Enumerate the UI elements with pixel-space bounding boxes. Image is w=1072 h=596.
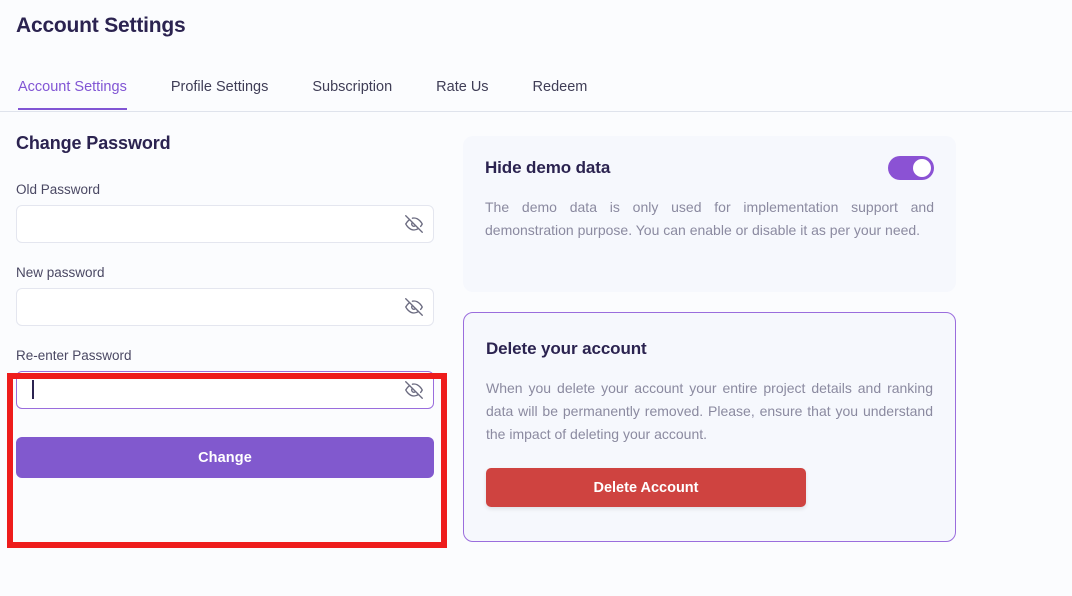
hide-demo-data-card: Hide demo data The demo data is only use… <box>463 136 956 292</box>
new-password-label: New password <box>16 265 105 280</box>
old-password-input[interactable] <box>16 205 434 243</box>
tab-bar: Account Settings Profile Settings Subscr… <box>0 78 1072 112</box>
old-password-label: Old Password <box>16 182 101 197</box>
hide-demo-data-description: The demo data is only used for implement… <box>485 199 934 238</box>
hide-demo-data-toggle[interactable] <box>888 156 934 180</box>
page-title: Account Settings <box>16 14 186 37</box>
delete-account-card: Delete your account When you delete your… <box>463 312 956 542</box>
tab-rate-us[interactable]: Rate Us <box>436 78 488 110</box>
reenter-password-field-wrap <box>16 371 434 409</box>
new-password-input[interactable] <box>16 288 434 326</box>
delete-account-button[interactable]: Delete Account <box>486 468 806 507</box>
section-title-change-password: Change Password <box>16 133 171 153</box>
delete-account-description: When you delete your account your entire… <box>486 380 933 442</box>
hide-demo-data-title: Hide demo data <box>485 158 611 177</box>
reenter-password-label: Re-enter Password <box>16 348 132 363</box>
eye-off-icon[interactable] <box>405 298 423 316</box>
change-password-section: Change Password Old Password New passwor… <box>16 133 436 478</box>
tab-redeem[interactable]: Redeem <box>533 78 588 110</box>
eye-off-icon[interactable] <box>405 381 423 399</box>
text-cursor <box>32 380 34 399</box>
hide-demo-data-header: Hide demo data <box>485 156 934 180</box>
toggle-knob <box>913 159 931 177</box>
delete-account-title: Delete your account <box>486 339 647 358</box>
new-password-field-wrap <box>16 288 434 326</box>
tab-profile-settings[interactable]: Profile Settings <box>171 78 269 110</box>
reenter-password-input[interactable] <box>16 371 434 409</box>
eye-off-icon[interactable] <box>405 215 423 233</box>
change-password-button[interactable]: Change <box>16 437 434 478</box>
tab-subscription[interactable]: Subscription <box>312 78 392 110</box>
old-password-field-wrap <box>16 205 434 243</box>
tab-account-settings[interactable]: Account Settings <box>18 78 127 110</box>
right-panel: Hide demo data The demo data is only use… <box>463 136 956 542</box>
